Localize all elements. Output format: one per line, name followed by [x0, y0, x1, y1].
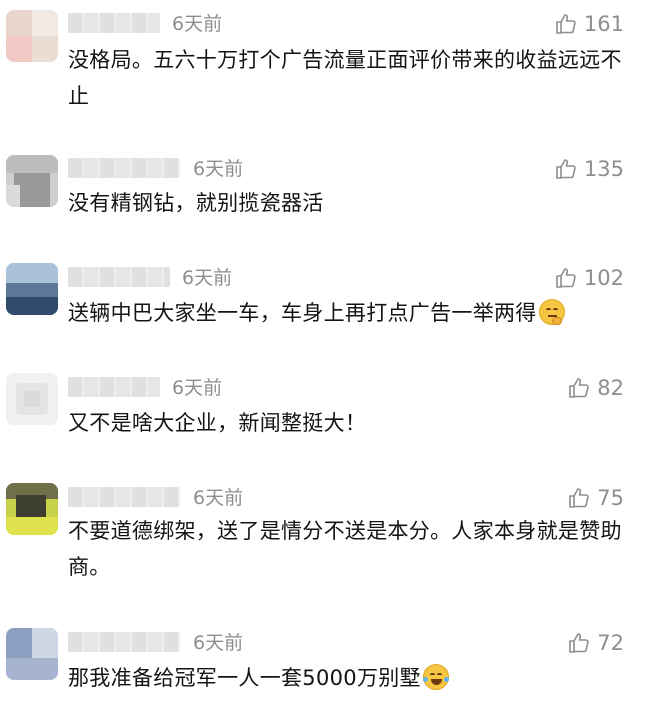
comment-time: 6天前 [193, 632, 244, 654]
tears-of-joy-emoji [422, 664, 449, 690]
avatar[interactable] [6, 628, 58, 680]
comment-text: 那我准备给冠军一人一套5000万别墅 [68, 660, 628, 696]
like-button[interactable]: 161 [554, 12, 624, 36]
thumbs-up-icon [569, 633, 590, 653]
username-blurred[interactable] [68, 13, 160, 33]
like-button[interactable]: 102 [554, 266, 624, 290]
like-button[interactable]: 75 [567, 486, 624, 510]
avatar[interactable] [6, 263, 58, 315]
comment-text: 不要道德绑架，送了是情分不送是本分。人家本身就是赞助商。 [68, 519, 622, 579]
comment-item: 6天前 102 送辆中巴大家坐一车，车身上再打点广告一举两得 [0, 255, 650, 365]
comment-text: 又不是啥大企业，新闻整挺大！ [68, 411, 367, 435]
thinking-face-emoji [538, 299, 565, 325]
username-blurred[interactable] [68, 487, 180, 507]
username-blurred[interactable] [68, 377, 160, 397]
comment-text-content: 送辆中巴大家坐一车，车身上再打点广告一举两得 [68, 301, 537, 325]
comment-text: 送辆中巴大家坐一车，车身上再打点广告一举两得 [68, 295, 628, 331]
comment-item: 6天前 82 又不是啥大企业，新闻整挺大！ [0, 365, 650, 475]
avatar[interactable] [6, 373, 58, 425]
thumbs-up-icon [556, 268, 576, 288]
username-blurred[interactable] [68, 267, 170, 287]
username-blurred[interactable] [68, 632, 180, 652]
comment-list: 6天前 161 没格局。五六十万打个广告流量正面评价带来的收益远远不止 6天前 … [0, 0, 650, 716]
like-count: 72 [597, 631, 624, 655]
username-blurred[interactable] [68, 158, 180, 178]
comment-time: 6天前 [172, 377, 223, 399]
like-count: 82 [597, 376, 624, 400]
comment-time: 6天前 [193, 158, 244, 180]
comment-text: 没有精钢钻，就别揽瓷器活 [68, 191, 324, 215]
like-button[interactable]: 135 [554, 157, 624, 181]
thumbs-up-icon [569, 378, 590, 398]
like-count: 102 [583, 266, 624, 290]
thumbs-up-icon [569, 488, 590, 508]
avatar[interactable] [6, 483, 58, 535]
comment-item: 6天前 135 没有精钢钻，就别揽瓷器活 [0, 145, 650, 255]
like-count: 161 [583, 12, 624, 36]
comment-text-content: 那我准备给冠军一人一套5000万别墅 [68, 666, 421, 690]
thumbs-up-icon [556, 14, 576, 34]
comment-text: 没格局。五六十万打个广告流量正面评价带来的收益远远不止 [68, 48, 622, 108]
like-button[interactable]: 72 [567, 631, 624, 655]
comment-item: 6天前 72 那我准备给冠军一人一套5000万别墅 [0, 620, 650, 716]
avatar[interactable] [6, 10, 58, 62]
comment-time: 6天前 [193, 487, 244, 509]
comment-time: 6天前 [182, 267, 233, 289]
comment-item: 6天前 161 没格局。五六十万打个广告流量正面评价带来的收益远远不止 [0, 0, 650, 140]
comment-time: 6天前 [172, 13, 223, 35]
avatar[interactable] [6, 155, 58, 207]
like-button[interactable]: 82 [567, 376, 624, 400]
like-count: 75 [597, 486, 624, 510]
thumbs-up-icon [556, 159, 576, 179]
like-count: 135 [583, 157, 624, 181]
comment-item: 6天前 75 不要道德绑架，送了是情分不送是本分。人家本身就是赞助商。 [0, 475, 650, 615]
